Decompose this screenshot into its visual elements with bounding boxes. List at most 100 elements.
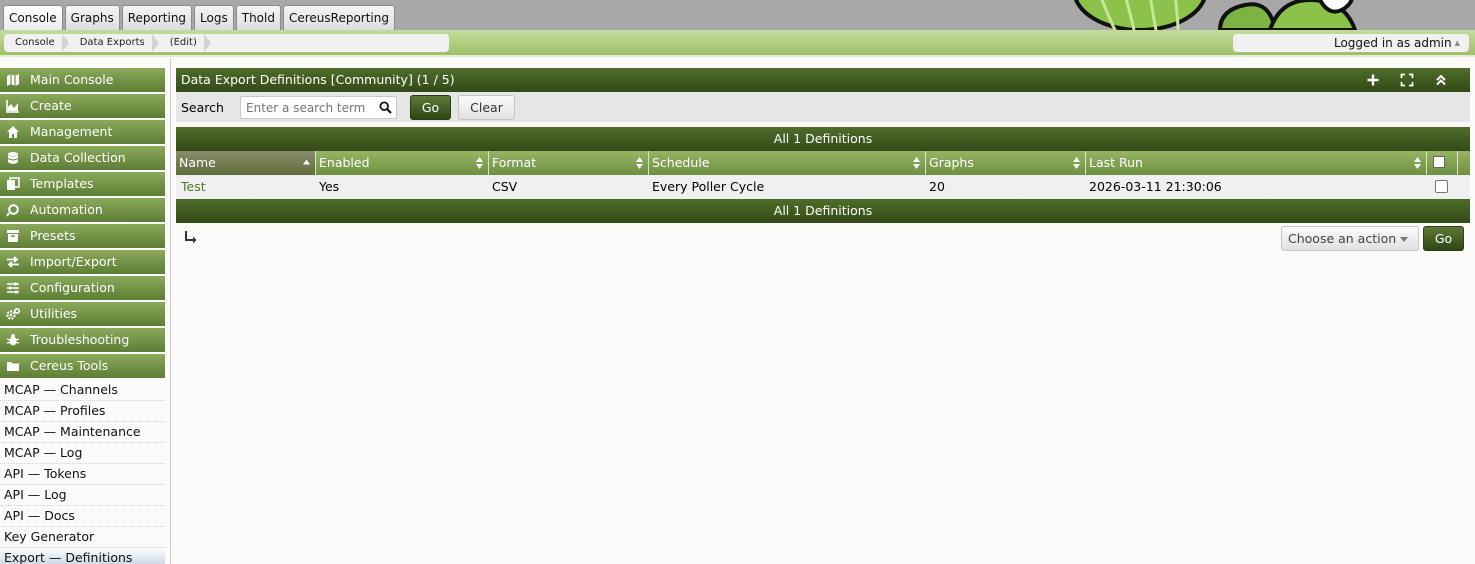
sidebar-item-cereus-tools[interactable]: Cereus Tools [0,354,165,378]
column-label: Enabled [319,155,370,170]
sidebar-item-label: Main Console [30,72,114,87]
sidebar-item-label: Configuration [30,280,115,295]
cell-name-link[interactable]: Test [178,175,206,198]
sidebar-item-label: Troubleshooting [30,332,130,347]
gears-icon [6,308,20,320]
sort-icon [913,157,920,169]
sidebar-subitem-api-log[interactable]: API — Log [0,485,165,506]
sidebar-subitem-mcap-channels[interactable]: MCAP — Channels [0,380,165,401]
exchange-icon [7,256,19,268]
tab-console[interactable]: Console [3,5,63,30]
search-label: Search [181,100,224,115]
sidebar-item-configuration[interactable]: Configuration [0,276,165,300]
column-label: Schedule [652,155,710,170]
sidebar-item-templates[interactable]: Templates [0,172,165,196]
sliders-icon [7,282,19,294]
column-header-format[interactable]: Format [489,151,649,175]
column-label: Format [492,155,537,170]
cell-graphs: 20 [929,179,945,194]
cell-format: CSV [492,179,518,194]
database-icon [7,152,19,164]
column-label: Name [179,155,216,170]
sidebar-item-automation[interactable]: Automation [0,198,165,222]
tab-logs[interactable]: Logs [194,5,234,30]
cell-schedule: Every Poller Cycle [652,179,765,194]
sidebar-subitem-mcap-maintenance[interactable]: MCAP — Maintenance [0,422,165,443]
sidebar-item-data-collection[interactable]: Data Collection [0,146,165,170]
sidebar-item-troubleshooting[interactable]: Troubleshooting [0,328,165,352]
tab-cereusreporting[interactable]: CereusReporting [282,5,395,30]
action-select-label: Choose an action [1288,231,1397,246]
copy-icon [7,177,20,190]
sort-asc-icon [303,159,310,165]
sidebar: Main Console Create Management Data Coll… [0,58,171,564]
breadcrumb: Console Data Exports (Edit) [4,34,449,52]
tab-thold[interactable]: Thold [235,5,281,30]
sidebar-subitem-api-tokens[interactable]: API — Tokens [0,464,165,485]
cactus-logo-icon [1073,0,1358,30]
expand-icon[interactable] [1400,73,1414,87]
action-select[interactable]: Choose an action [1281,226,1419,251]
caret-up-icon: ▲ [1454,39,1460,47]
folder-icon [7,362,19,371]
ring-icon [6,204,19,217]
return-arrow-icon [185,231,197,244]
table-header: Name Enabled Format Schedule Graphs Last… [176,151,1470,175]
table-summary-bottom: All 1 Definitions [176,199,1470,223]
table-summary-top: All 1 Definitions [176,127,1470,151]
cell-last-run: 2026-03-11 21:30:06 [1089,179,1222,194]
search-go-button[interactable]: Go [410,95,451,120]
user-menu[interactable]: Logged in as admin ▲ [1233,34,1469,52]
home-icon [7,126,19,138]
area-chart-icon [6,100,19,113]
column-header-last-run[interactable]: Last Run [1086,151,1427,175]
sidebar-subitem-mcap-log[interactable]: MCAP — Log [0,443,165,464]
top-bar: Console Graphs Reporting Logs Thold Cere… [0,0,1475,30]
sidebar-item-label: Create [30,98,72,113]
sidebar-subitem-api-docs[interactable]: API — Docs [0,506,165,527]
sidebar-item-create[interactable]: Create [0,94,165,118]
sidebar-item-main-console[interactable]: Main Console [0,68,165,92]
sidebar-item-label: Utilities [30,306,78,321]
top-tabs: Console Graphs Reporting Logs Thold Cere… [3,5,395,30]
sidebar-subitem-key-generator[interactable]: Key Generator [0,527,165,548]
nav-bar: Console Data Exports (Edit) Logged in as… [0,30,1475,57]
cell-enabled: Yes [319,179,340,194]
collapse-up-icon[interactable] [1434,73,1448,87]
user-label: Logged in as admin [1333,36,1452,50]
search-icon [379,101,392,114]
plus-icon[interactable] [1366,73,1380,87]
archive-icon [7,230,19,242]
breadcrumb-edit: (Edit) [159,34,212,52]
map-icon [7,74,19,86]
table-row[interactable]: Test Yes CSV Every Poller Cycle 20 2026-… [176,175,1470,199]
clear-button[interactable]: Clear [458,95,515,120]
search-input[interactable] [240,96,397,119]
sidebar-subitem-export-definitions[interactable]: Export — Definitions [0,548,165,564]
column-header-schedule[interactable]: Schedule [649,151,926,175]
tab-graphs[interactable]: Graphs [64,5,120,30]
sort-icon [1414,157,1421,169]
column-label: Last Run [1089,155,1143,170]
sidebar-item-label: Management [30,124,113,139]
sidebar-item-import-export[interactable]: Import/Export [0,250,165,274]
sidebar-item-management[interactable]: Management [0,120,165,144]
action-go-button[interactable]: Go [1423,226,1464,251]
column-header-graphs[interactable]: Graphs [926,151,1086,175]
sidebar-item-label: Automation [30,202,103,217]
sidebar-subitem-mcap-profiles[interactable]: MCAP — Profiles [0,401,165,422]
dropdown-arrow-icon [1400,237,1408,242]
row-select-checkbox[interactable] [1435,180,1448,193]
breadcrumb-data-exports[interactable]: Data Exports [69,34,159,52]
sidebar-item-label: Presets [30,228,76,243]
sidebar-item-utilities[interactable]: Utilities [0,302,165,326]
tab-reporting[interactable]: Reporting [121,5,193,30]
sidebar-item-presets[interactable]: Presets [0,224,165,248]
breadcrumb-console[interactable]: Console [4,34,69,52]
select-all-checkbox[interactable] [1433,156,1445,168]
column-header-name[interactable]: Name [176,151,316,175]
sort-icon [636,157,643,169]
column-header-enabled[interactable]: Enabled [316,151,489,175]
panel-header-icons [1366,68,1448,92]
sort-icon [476,157,483,169]
